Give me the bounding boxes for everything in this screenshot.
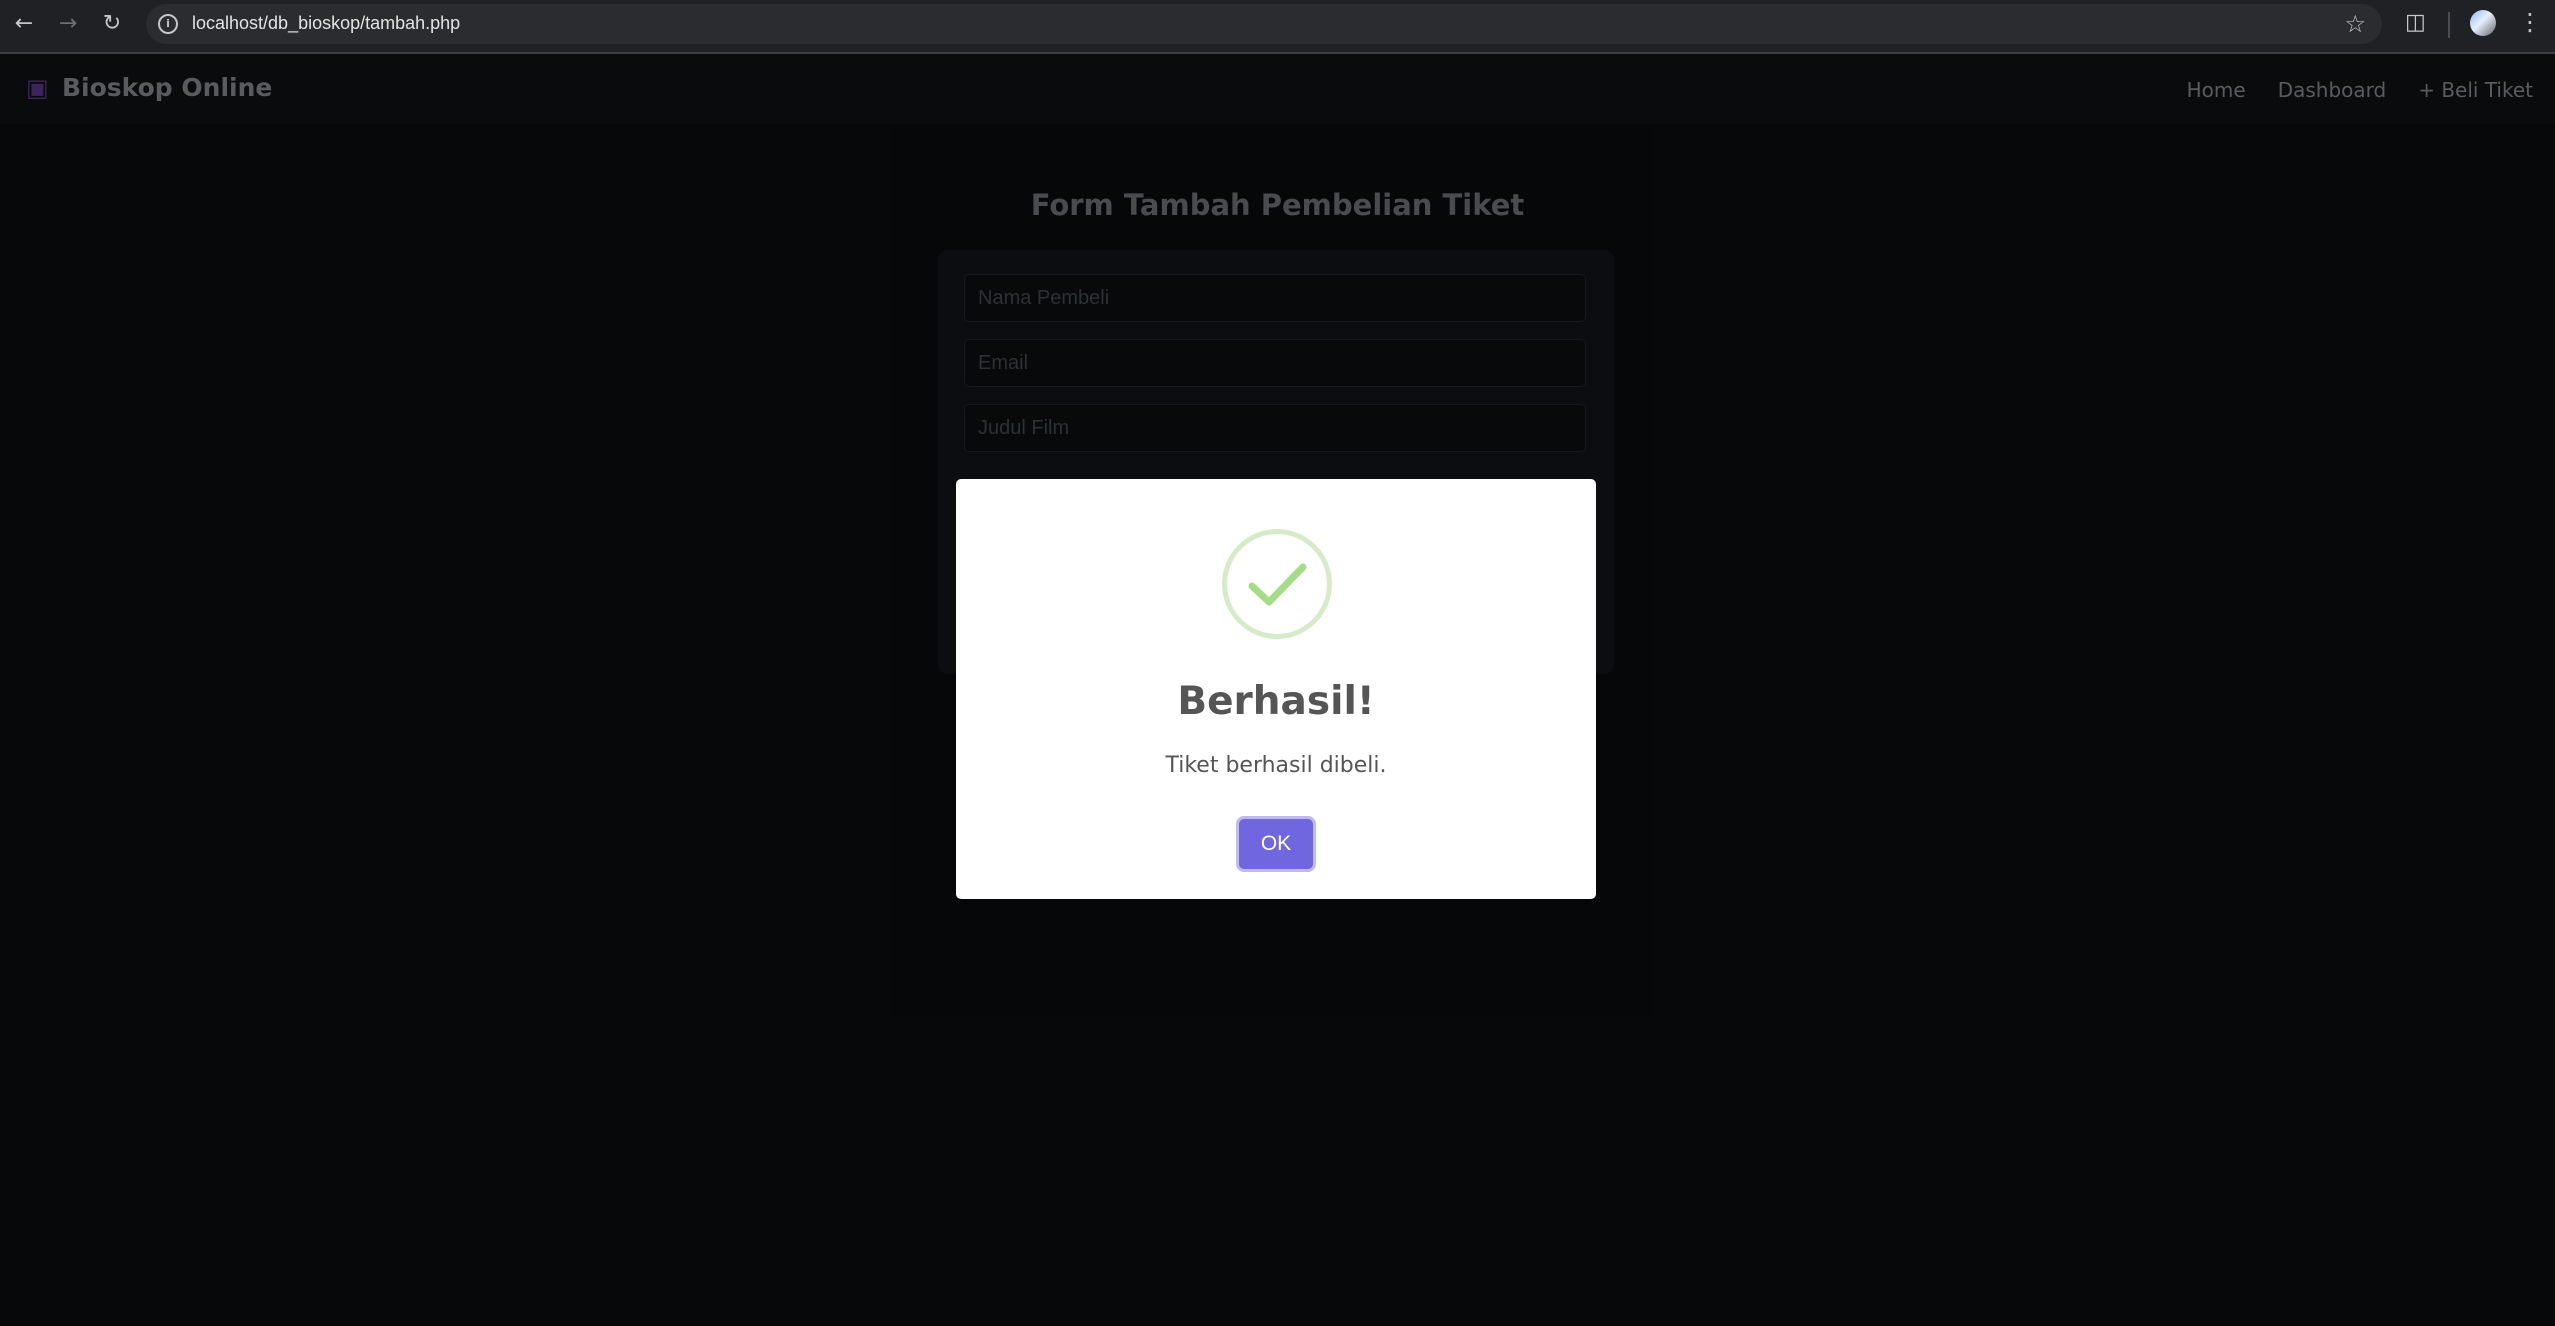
dialog-message: Tiket berhasil dibeli. — [1165, 753, 1387, 778]
bookmark-star-icon[interactable]: ☆ — [2344, 10, 2366, 38]
toolbar-divider — [2448, 12, 2450, 38]
success-check-icon — [1222, 529, 1332, 639]
forward-icon[interactable]: → — [54, 10, 82, 38]
menu-kebab-icon[interactable]: ⋮ — [2518, 8, 2542, 36]
success-dialog: Berhasil! Tiket berhasil dibeli. OK — [956, 479, 1596, 899]
ok-button[interactable]: OK — [1239, 819, 1313, 869]
browser-toolbar: ← → ↻ i localhost/db_bioskop/tambah.php … — [0, 0, 2555, 54]
dialog-title: Berhasil! — [1177, 679, 1375, 724]
address-bar[interactable]: i localhost/db_bioskop/tambah.php ☆ — [146, 4, 2382, 44]
back-icon[interactable]: ← — [10, 10, 38, 38]
reload-icon[interactable]: ↻ — [98, 10, 126, 38]
extensions-icon[interactable]: ◫ — [2405, 10, 2426, 35]
profile-avatar[interactable] — [2470, 10, 2496, 36]
site-info-icon[interactable]: i — [158, 14, 178, 34]
url-text[interactable]: localhost/db_bioskop/tambah.php — [192, 13, 460, 34]
